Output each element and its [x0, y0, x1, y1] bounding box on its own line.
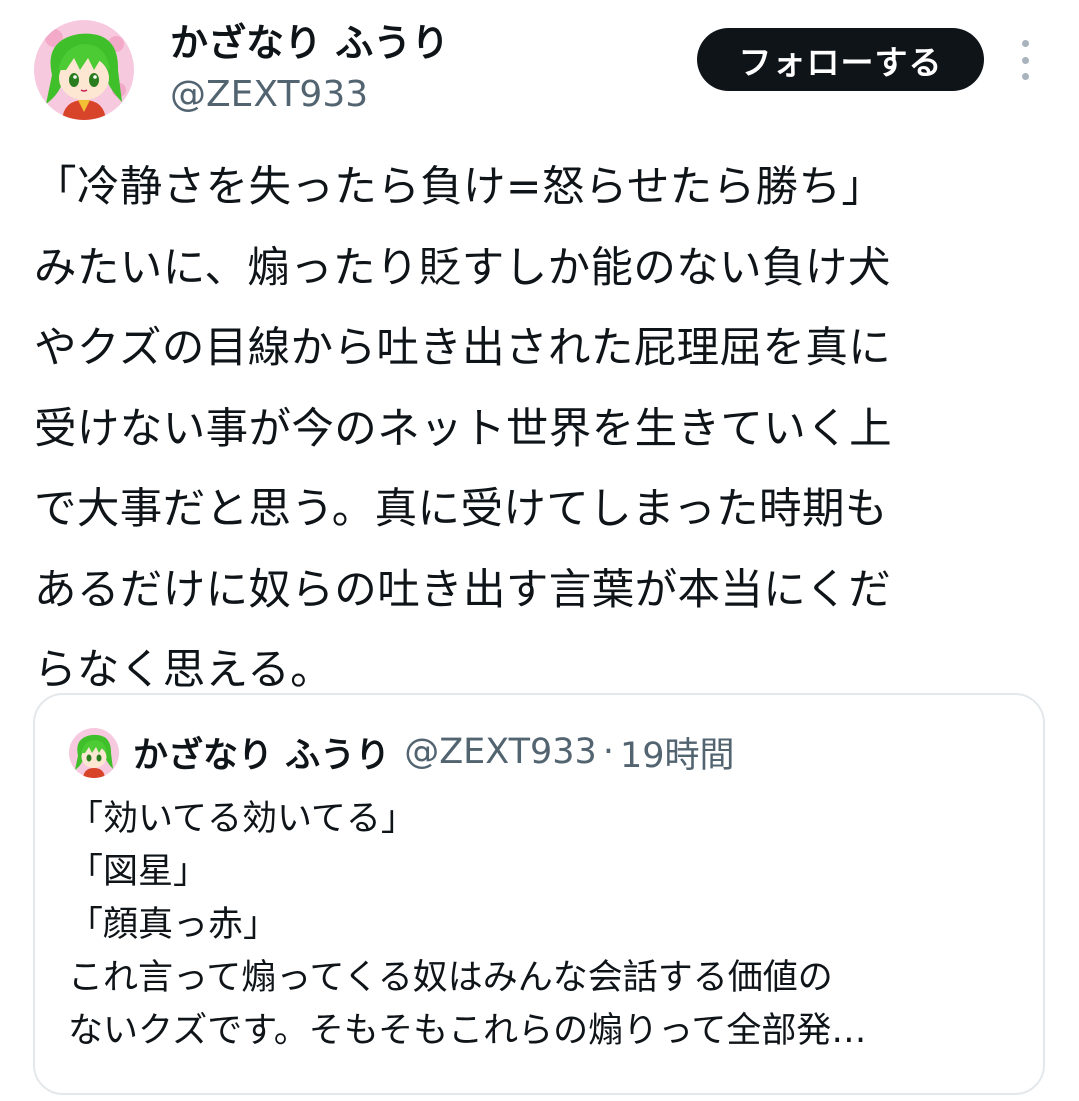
more-dot [1021, 56, 1029, 64]
quoted-author-handle: @ZEXT933 [404, 732, 597, 772]
quoted-tweet-card[interactable]: かざなり ふうり @ZEXT933 · 19時間 「効いてる効いてる」 「図星」… [33, 693, 1045, 1095]
more-dot [1021, 40, 1029, 47]
header-separator: · [602, 732, 614, 772]
tweet-text: 「冷静さを失ったら負け=怒らせたら勝ち」 みたいに、煽ったり貶すしか能のない負け… [34, 163, 893, 695]
quoted-author-avatar [69, 728, 119, 778]
green-haired-character-avatar-icon [34, 20, 134, 120]
author-handle[interactable]: @ZEXT933 [170, 72, 368, 118]
quoted-tweet-time: 19時間 [619, 735, 735, 776]
quoted-author-name: かざなり ふうり [133, 735, 391, 776]
follow-button[interactable]: フォローする [697, 28, 984, 91]
quoted-tweet-header: かざなり ふうり @ZEXT933 · 19時間 [133, 725, 735, 779]
more-dot [1021, 73, 1029, 80]
author-display-name[interactable]: かざなり ふうり [170, 18, 449, 68]
author-avatar[interactable] [34, 20, 134, 120]
more-vertical-icon[interactable] [1015, 40, 1035, 80]
quoted-tweet-text: 「効いてる効いてる」 「図星」 「顔真っ赤」 これ言って煽ってくる奴はみんな会話… [68, 799, 867, 1051]
green-haired-character-avatar-icon [69, 728, 119, 778]
